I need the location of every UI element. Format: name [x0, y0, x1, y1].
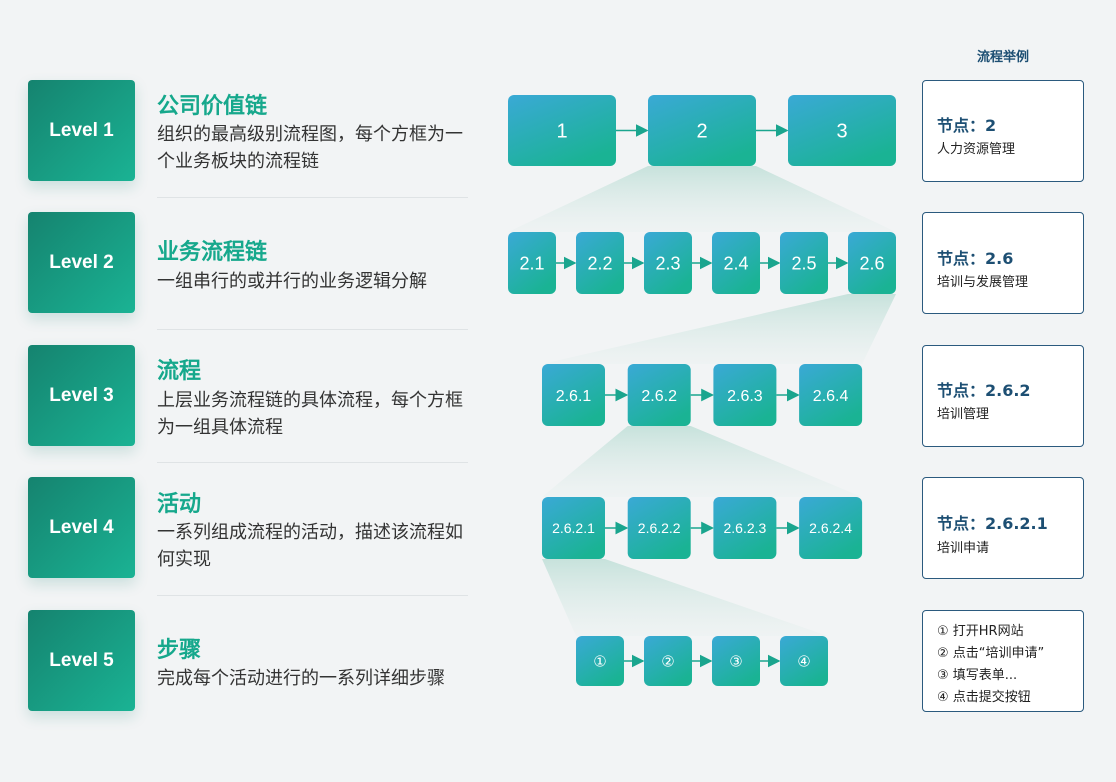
expansion-funnel [542, 559, 828, 636]
node-label: 2.6 [859, 253, 884, 273]
example-card-level-2: 节点：2.6 培训与发展管理 [922, 212, 1084, 314]
expansion-funnel [542, 426, 863, 497]
example-node-label: 节点：2.6.2.1 [937, 514, 1048, 533]
example-node-name: 培训管理 [937, 407, 990, 422]
process-node: ③ [712, 636, 760, 686]
process-node: 2 [648, 95, 756, 166]
process-node: 1 [508, 95, 616, 166]
process-node: 2.6.2.1 [542, 497, 605, 559]
process-node: 2.6.1 [542, 364, 605, 426]
example-card-level-1: 节点：2 人力资源管理 [922, 80, 1084, 182]
expansion-funnel [542, 294, 896, 364]
node-label: 2.6.3 [727, 388, 763, 405]
node-label: 3 [836, 121, 847, 143]
node-label: 1 [556, 121, 567, 143]
node-label: 2.6.2 [641, 388, 677, 405]
step-list: ① 打开HR网站 ② 点击“培训申请” ③ 填写表单... ④ 点击提交按钮 [923, 611, 1083, 709]
example-card-level-5: ① 打开HR网站 ② 点击“培训申请” ③ 填写表单... ④ 点击提交按钮 [922, 610, 1084, 712]
node-label: 2.2 [587, 253, 612, 273]
example-node-name: 培训与发展管理 [937, 275, 1029, 290]
node-label: 2.6.2.4 [809, 520, 852, 536]
process-node: 2.6.2.4 [799, 497, 863, 559]
process-node: 2.6.2 [627, 364, 691, 426]
step-item: ① 打开HR网站 [937, 624, 1024, 639]
node-label: 2.6.2.3 [723, 520, 766, 536]
process-node: 2.6.3 [713, 364, 777, 426]
example-node-name: 培训申请 [937, 541, 990, 556]
step-item: ④ 点击提交按钮 [937, 690, 1031, 705]
node-label: ③ [729, 653, 742, 670]
process-node: 2.6 [848, 232, 896, 294]
node-label: ② [661, 653, 674, 670]
node-label: 2.6.4 [813, 388, 849, 405]
node-label: 2.6.2.2 [638, 520, 681, 536]
node-label: 2.5 [791, 253, 816, 273]
process-node: 2.6.2.3 [713, 497, 777, 559]
process-node: 2.2 [576, 232, 624, 294]
example-node-label: 节点：2.6 [937, 249, 1014, 268]
process-node: 2.6.4 [799, 364, 863, 426]
example-node-name: 人力资源管理 [937, 142, 1016, 157]
step-item: ② 点击“培训申请” [937, 646, 1045, 661]
process-node: 2.5 [780, 232, 828, 294]
process-node: ② [644, 636, 692, 686]
node-label: 2.6.2.1 [552, 520, 595, 536]
node-label: 2 [696, 121, 707, 143]
process-node: 2.3 [644, 232, 692, 294]
node-label: 2.4 [723, 253, 748, 273]
process-node: 2.4 [712, 232, 760, 294]
example-card-level-3: 节点：2.6.2 培训管理 [922, 345, 1084, 447]
node-label: 2.1 [519, 253, 544, 273]
step-item: ③ 填写表单... [937, 668, 1018, 683]
node-label: ④ [797, 653, 810, 670]
process-node: ① [576, 636, 624, 686]
example-node-label: 节点：2 [937, 116, 997, 135]
node-label: 2.6.1 [556, 388, 592, 405]
expansion-funnel [508, 166, 896, 232]
process-node: 3 [788, 95, 896, 166]
process-node: ④ [780, 636, 828, 686]
example-card-level-4: 节点：2.6.2.1 培训申请 [922, 477, 1084, 579]
node-label: ① [593, 653, 606, 670]
example-node-label: 节点：2.6.2 [937, 381, 1031, 400]
node-label: 2.3 [655, 253, 680, 273]
process-node: 2.1 [508, 232, 556, 294]
process-node: 2.6.2.2 [627, 497, 691, 559]
